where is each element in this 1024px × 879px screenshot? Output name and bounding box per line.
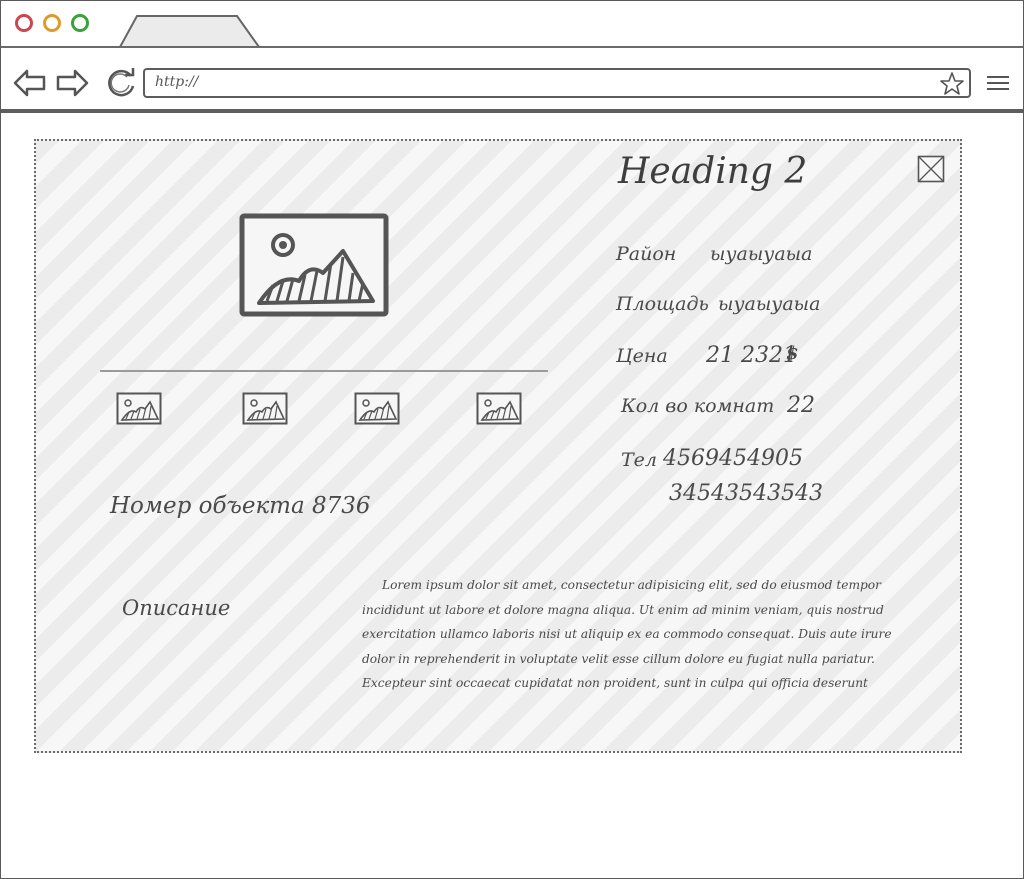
minimize-window-button[interactable] [43, 14, 61, 32]
phone-label: Тел [621, 449, 658, 471]
area-row: Площадь ыуаыуаыа [616, 293, 820, 315]
browser-window: http:// Номер объекта 8736 Описание Lore… [0, 0, 1024, 879]
image-placeholder-icon[interactable] [239, 213, 389, 319]
object-number: Номер объекта 8736 [110, 493, 371, 519]
address-bar[interactable]: http:// [143, 68, 971, 98]
phone-value-1: 4569454905 [663, 446, 803, 471]
browser-tab[interactable] [119, 15, 261, 48]
area-label: Площадь [616, 293, 709, 315]
tab-bar [1, 1, 1023, 48]
close-x-box-icon[interactable] [917, 155, 945, 183]
currency-symbol: $ [786, 343, 799, 364]
thumbnail-image-icon[interactable] [476, 392, 522, 425]
back-arrow-icon[interactable] [13, 68, 47, 98]
maximize-window-button[interactable] [71, 14, 89, 32]
description-label: Описание [122, 596, 231, 620]
rooms-label: Кол во комнат [621, 395, 775, 417]
navigation-bar: http:// [1, 48, 1023, 110]
hamburger-menu-icon[interactable] [987, 76, 1009, 92]
reload-icon[interactable] [104, 68, 138, 98]
listing-heading: Heading 2 [618, 151, 808, 192]
area-value: ыуаыуаыа [718, 293, 821, 315]
forward-arrow-icon[interactable] [55, 68, 89, 98]
navbar-divider [1, 109, 1023, 113]
close-window-button[interactable] [15, 14, 33, 32]
price-value: 21 2321 [706, 343, 797, 368]
rooms-value: 22 [787, 393, 815, 418]
description-text: Lorem ipsum dolor sit amet, consectetur … [362, 578, 892, 690]
thumbnail-image-icon[interactable] [354, 392, 400, 425]
district-value: ыуаыуаыа [710, 243, 813, 265]
image-gallery-divider [100, 370, 548, 372]
listing-panel: Номер объекта 8736 Описание Lorem ipsum … [34, 139, 962, 753]
phone-row: Тел 4569454905 34543543543 [621, 446, 823, 506]
thumbnail-image-icon[interactable] [242, 392, 288, 425]
district-label: Район [616, 243, 677, 265]
price-row: Цена 21 2321 $ [616, 343, 799, 368]
url-text[interactable]: http:// [155, 74, 198, 90]
price-label: Цена [616, 345, 668, 367]
bookmark-star-icon[interactable] [939, 71, 965, 97]
phone-value-2: 34543543543 [669, 481, 823, 506]
thumbnail-image-icon[interactable] [116, 392, 162, 425]
rooms-row: Кол во комнат 22 [621, 393, 815, 418]
district-row: Район ыуаыуаыа [616, 243, 812, 265]
